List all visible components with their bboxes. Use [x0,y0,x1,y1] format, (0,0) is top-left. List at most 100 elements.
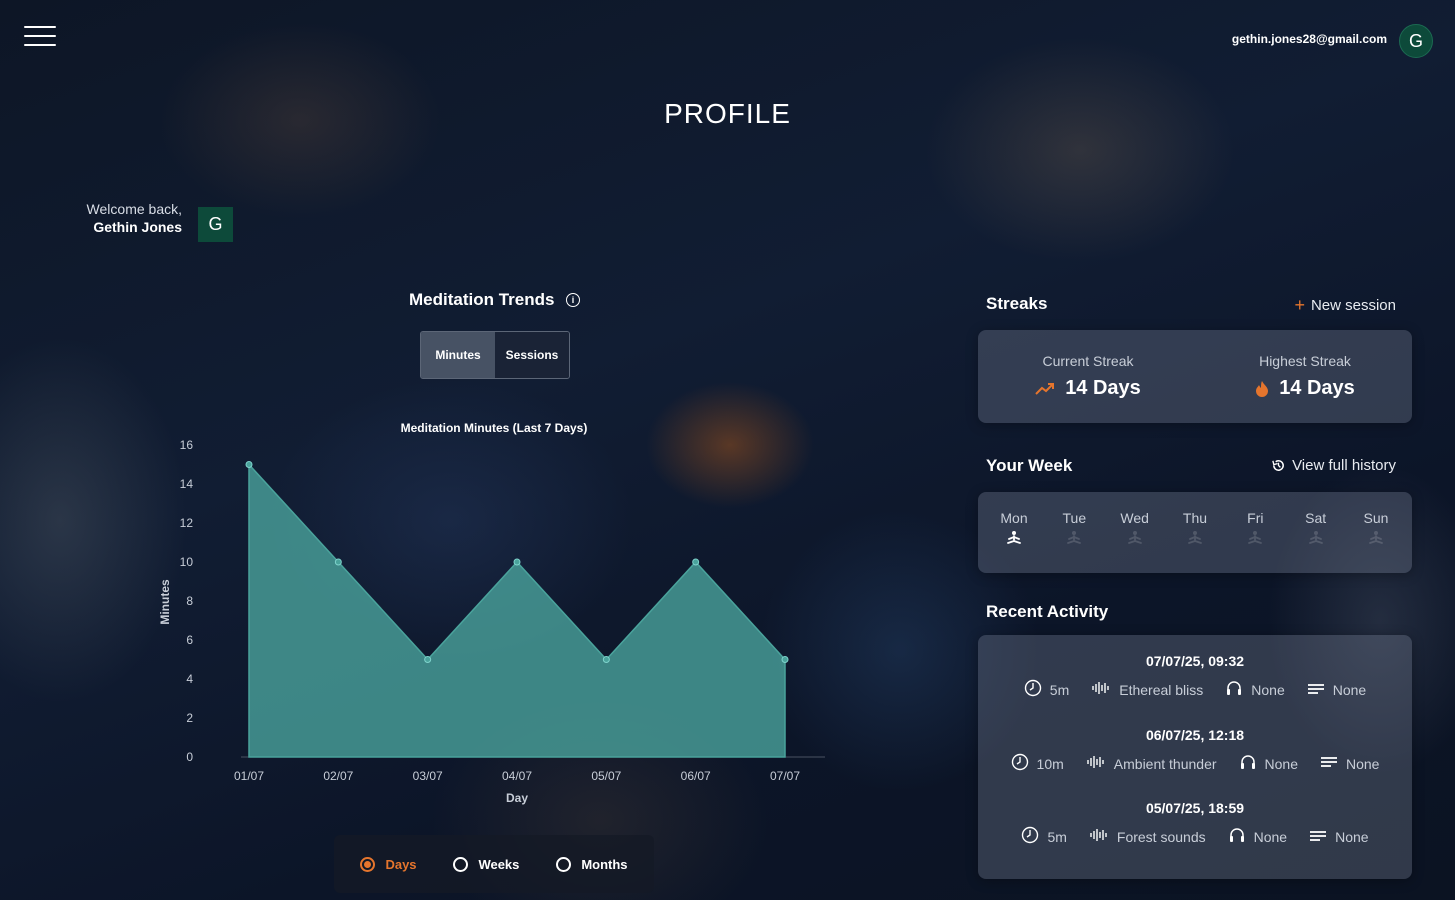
activity-audio: None [1225,679,1285,701]
streaks-card: Current Streak 14 Days Highest Streak 14… [978,330,1412,423]
headphones-icon [1225,679,1243,701]
welcome-block: Welcome back, Gethin Jones [78,201,182,235]
activity-item[interactable]: 05/07/25, 18:59 5m Forest sounds None None [978,800,1412,848]
toggle-sessions[interactable]: Sessions [495,332,569,378]
text-lines-icon [1309,829,1327,846]
activity-datetime: 07/07/25, 09:32 [1145,653,1245,669]
data-point [602,656,610,663]
x-tick-label: 02/07 [323,769,353,783]
plus-icon: + [1294,295,1305,315]
highest-streak-label: Highest Streak [1259,353,1351,369]
range-option-label: Days [385,856,417,872]
activity-duration-value: 10m [1036,755,1064,772]
week-day-label: Thu [1182,510,1208,526]
toggle-minutes[interactable]: Minutes [421,332,495,378]
user-email: gethin.jones28@gmail.com [1231,32,1387,46]
y-tick-label: 16 [180,438,194,452]
range-option-months[interactable]: Months [556,856,628,872]
week-day-tue: Tue [1054,492,1094,573]
info-icon[interactable]: i [566,293,580,307]
week-day-sun: Sun [1356,492,1396,573]
text-lines-icon [1307,682,1325,699]
flame-icon [1256,380,1269,397]
clock-icon [1011,753,1029,775]
headphones-icon [1228,826,1246,848]
activity-soundscape: Forest sounds [1089,826,1206,848]
clock-icon [1021,826,1039,848]
meditation-icon [1175,530,1215,546]
week-day-thu: Thu [1175,492,1215,573]
activity-guide: None [1309,826,1369,848]
range-option-days[interactable]: Days [360,856,417,872]
welcome-name: Gethin Jones [93,219,182,235]
activity-guide: None [1307,679,1366,701]
text-lines-icon [1320,755,1338,772]
activity-card: 07/07/25, 09:32 5m Ethereal bliss None None 0… [978,635,1412,879]
metric-toggle[interactable]: Minutes Sessions [420,331,570,379]
y-tick-label: 4 [186,672,193,686]
chart-title: Meditation Minutes (Last 7 Days) [401,421,588,435]
activity-soundscape-value: Ethereal bliss [1119,682,1204,698]
new-session-button[interactable]: + New session [1294,295,1396,316]
meditation-icon [994,530,1034,546]
activity-guide-value: None [1332,682,1367,698]
x-tick-label: 06/07 [681,769,711,783]
meditation-icon [1235,530,1275,546]
range-selector: Days Weeks Months [334,835,654,893]
avatar[interactable]: G [1399,24,1433,58]
range-option-label: Months [581,856,628,872]
radio-icon [556,856,572,872]
activity-item[interactable]: 06/07/25, 12:18 10m Ambient thunder None Non… [978,727,1412,775]
data-point [692,558,700,566]
range-option-label: Weeks [478,856,520,872]
activity-duration-value: 5m [1047,829,1067,845]
current-streak-value: 14 Days [1065,377,1141,399]
y-tick-label: 12 [180,516,194,530]
x-tick-label: 05/07 [591,769,621,783]
data-point [334,558,342,566]
activity-datetime: 05/07/25, 18:59 [1145,800,1245,816]
soundwave-icon [1089,828,1109,846]
history-icon [1272,460,1284,471]
y-tick-label: 14 [180,477,194,491]
week-day-label: Fri [1247,510,1264,526]
week-day-mon: Mon [994,492,1034,573]
data-point [781,656,789,663]
activity-duration: 5m [1024,679,1069,701]
highest-streak: Highest Streak 14 Days [1255,353,1355,400]
week-day-label: Mon [1000,510,1028,526]
activity-audio-value: None [1253,829,1288,845]
week-card: Mon Tue Wed Thu Fri Sat Sun [978,492,1412,573]
week-day-label: Wed [1120,510,1149,526]
activity-duration-value: 5m [1049,682,1070,698]
activity-title: Recent Activity [986,602,1109,621]
activity-soundscape: Ethereal bliss [1091,679,1203,701]
headphones-icon [1239,753,1257,775]
x-tick-label: 01/07 [234,769,264,783]
y-tick-label: 8 [186,594,193,608]
welcome-greeting: Welcome back, [86,201,182,217]
view-history-link[interactable]: View full history [1271,457,1396,474]
streaks-title: Streaks [986,294,1048,313]
current-streak: Current Streak 14 Days [1035,353,1141,400]
y-tick-label: 2 [186,711,193,725]
y-tick-label: 6 [186,633,193,647]
data-point [424,656,432,663]
activity-duration: 5m [1021,826,1067,848]
range-option-weeks[interactable]: Weeks [453,856,520,872]
menu-icon[interactable] [24,26,56,48]
activity-item[interactable]: 07/07/25, 09:32 5m Ethereal bliss None None [978,653,1412,701]
activity-audio-value: None [1251,682,1285,698]
highest-streak-value: 14 Days [1279,377,1355,399]
radio-icon [453,856,469,872]
y-tick-label: 0 [186,750,193,764]
view-history-label: View full history [1292,457,1396,474]
chart-y-label: Minutes [158,579,172,625]
meditation-icon [1115,530,1155,546]
chart-x-label: Day [506,791,528,805]
trending-up-icon [1035,382,1055,395]
activity-guide-value: None [1345,755,1380,772]
data-point [513,558,521,566]
activity-audio-value: None [1264,755,1298,772]
soundwave-icon [1086,755,1106,773]
